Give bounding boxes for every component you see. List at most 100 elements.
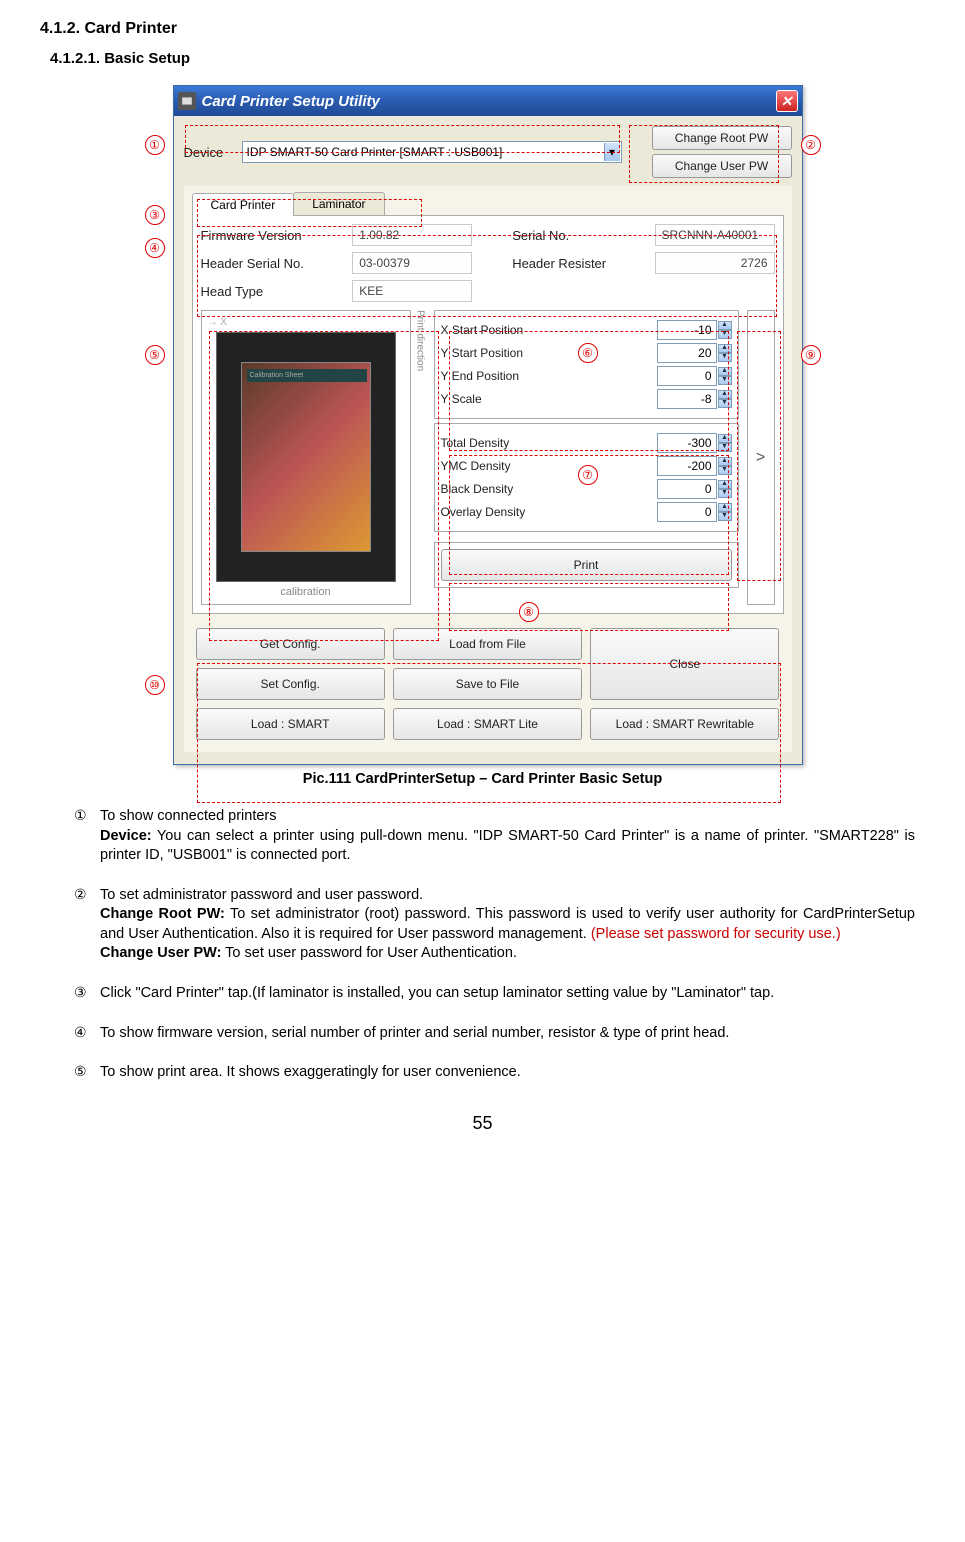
callout-5: ⑤: [145, 345, 165, 365]
save-to-file-button[interactable]: Save to File: [393, 668, 582, 700]
calibration-preview: → X Calibration Sheet calibration: [201, 310, 411, 605]
y-end-value[interactable]: [657, 366, 717, 386]
total-density-value[interactable]: [657, 433, 717, 453]
load-smart-lite-button[interactable]: Load : SMART Lite: [393, 708, 582, 740]
overlay-density-label: Overlay Density: [441, 505, 526, 519]
callout-3: ③: [145, 205, 165, 225]
spinner-down-icon[interactable]: ▼: [718, 399, 732, 408]
callout-2: ②: [801, 135, 821, 155]
desc-body-2: To set administrator password and user p…: [100, 886, 915, 964]
desc-body-5: To show print area. It shows exaggeratin…: [100, 1063, 915, 1083]
load-from-file-button[interactable]: Load from File: [393, 628, 582, 660]
overlay-density-spinner[interactable]: ▲▼: [657, 502, 732, 522]
firmware-version-value: 1.00.82: [352, 224, 472, 246]
y-start-label: Y Start Position: [441, 346, 524, 360]
change-root-pw-button[interactable]: Change Root PW: [652, 126, 792, 150]
figure-caption: Pic.111 CardPrinterSetup – Card Printer …: [40, 771, 925, 787]
callout-10: ⑩: [145, 675, 165, 695]
y-scale-spinner[interactable]: ▲▼: [657, 389, 732, 409]
expand-button[interactable]: >: [747, 310, 775, 605]
ymc-density-label: YMC Density: [441, 459, 511, 473]
calibration-sheet-text: Calibration Sheet: [247, 369, 367, 382]
header-resister-value: 2726: [655, 252, 775, 274]
spinner-up-icon[interactable]: ▲: [718, 457, 732, 466]
window-title: Card Printer Setup Utility: [202, 93, 380, 110]
desc-body-4: To show firmware version, serial number …: [100, 1024, 915, 1044]
serial-number-label: Serial No.: [482, 228, 644, 243]
desc-num-1: ①: [74, 807, 87, 824]
spinner-down-icon[interactable]: ▼: [718, 353, 732, 362]
desc-num-4: ④: [74, 1024, 87, 1041]
spinner-down-icon[interactable]: ▼: [718, 512, 732, 521]
set-config-button[interactable]: Set Config.: [196, 668, 385, 700]
desc-num-2: ②: [74, 886, 87, 903]
y-scale-value[interactable]: [657, 389, 717, 409]
spinner-down-icon[interactable]: ▼: [718, 330, 732, 339]
device-select[interactable]: IDP SMART-50 Card Printer [SMART : USB00…: [242, 141, 622, 163]
spinner-up-icon[interactable]: ▲: [718, 434, 732, 443]
desc-num-5: ⑤: [74, 1063, 87, 1080]
device-value: IDP SMART-50 Card Printer [SMART : USB00…: [247, 145, 503, 159]
overlay-density-value[interactable]: [657, 502, 717, 522]
spinner-up-icon[interactable]: ▲: [718, 390, 732, 399]
spinner-up-icon[interactable]: ▲: [718, 344, 732, 353]
callout-8: ⑧: [519, 602, 539, 622]
section-heading: 4.1.2. Card Printer: [40, 20, 925, 38]
close-button[interactable]: Close: [590, 628, 779, 700]
device-label: Device: [184, 145, 236, 160]
load-smart-rewritable-button[interactable]: Load : SMART Rewritable: [590, 708, 779, 740]
y-end-label: Y End Position: [441, 369, 520, 383]
chevron-down-icon: ▾: [604, 143, 620, 161]
y-end-spinner[interactable]: ▲▼: [657, 366, 732, 386]
calibration-label: calibration: [280, 586, 330, 598]
titlebar: Card Printer Setup Utility ✕: [174, 86, 802, 116]
spinner-up-icon[interactable]: ▲: [718, 503, 732, 512]
firmware-version-label: Firmware Version: [201, 228, 343, 243]
spinner-down-icon[interactable]: ▼: [718, 376, 732, 385]
desc-num-3: ③: [74, 984, 87, 1001]
spinner-down-icon[interactable]: ▼: [718, 489, 732, 498]
header-resister-label: Header Resister: [482, 256, 644, 271]
page-number: 55: [40, 1113, 925, 1134]
spinner-down-icon[interactable]: ▼: [718, 466, 732, 475]
spinner-down-icon[interactable]: ▼: [718, 443, 732, 452]
tab-laminator[interactable]: Laminator: [293, 192, 384, 215]
head-type-label: Head Type: [201, 284, 343, 299]
y-start-spinner[interactable]: ▲▼: [657, 343, 732, 363]
app-icon: [178, 92, 196, 110]
position-settings-group: X Start Position ▲▼ Y Start Position: [434, 310, 739, 419]
spinner-up-icon[interactable]: ▲: [718, 367, 732, 376]
total-density-spinner[interactable]: ▲▼: [657, 433, 732, 453]
ymc-density-spinner[interactable]: ▲▼: [657, 456, 732, 476]
x-start-spinner[interactable]: ▲▼: [657, 320, 732, 340]
subsection-heading: 4.1.2.1. Basic Setup: [50, 50, 925, 67]
x-start-value[interactable]: [657, 320, 717, 340]
header-serial-label: Header Serial No.: [201, 256, 343, 271]
calibration-card: Calibration Sheet: [216, 332, 396, 582]
head-type-value: KEE: [352, 280, 472, 302]
x-start-label: X Start Position: [441, 323, 524, 337]
callout-1: ①: [145, 135, 165, 155]
spinner-up-icon[interactable]: ▲: [718, 321, 732, 330]
y-scale-label: Y Scale: [441, 392, 482, 406]
get-config-button[interactable]: Get Config.: [196, 628, 385, 660]
print-button[interactable]: Print: [441, 549, 732, 581]
desc-body-3: Click "Card Printer" tap.(If laminator i…: [100, 984, 915, 1004]
change-user-pw-button[interactable]: Change User PW: [652, 154, 792, 178]
x-arrow-label: → X: [208, 317, 227, 328]
serial-number-value: SRCNNN-A40001: [655, 224, 775, 246]
load-smart-button[interactable]: Load : SMART: [196, 708, 385, 740]
close-icon[interactable]: ✕: [776, 90, 798, 112]
ymc-density-value[interactable]: [657, 456, 717, 476]
y-start-value[interactable]: [657, 343, 717, 363]
tab-card-printer[interactable]: Card Printer: [192, 193, 295, 216]
callout-6: ⑥: [578, 343, 598, 363]
app-window: Card Printer Setup Utility ✕ Device IDP …: [173, 85, 803, 765]
calibration-inner-image: [241, 362, 371, 552]
black-density-spinner[interactable]: ▲▼: [657, 479, 732, 499]
spinner-up-icon[interactable]: ▲: [718, 480, 732, 489]
callout-9: ⑨: [801, 345, 821, 365]
black-density-value[interactable]: [657, 479, 717, 499]
print-direction-label: Print direction: [415, 310, 426, 605]
desc-body-1: To show connected printers Device: You c…: [100, 807, 915, 866]
